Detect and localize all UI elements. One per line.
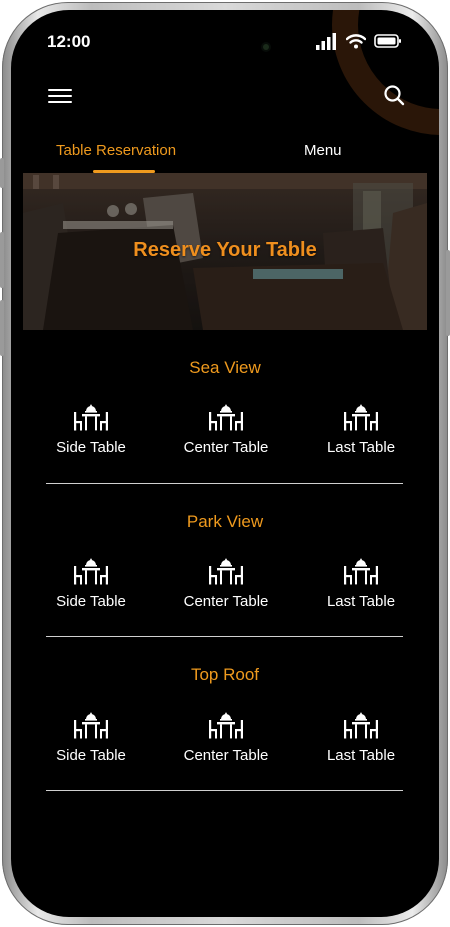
table-option-center[interactable]: Center Table — [156, 402, 296, 456]
section-title-sea-view: Sea View — [189, 358, 261, 377]
section-title-top-roof: Top Roof — [190, 665, 260, 684]
search-icon[interactable] — [383, 84, 405, 106]
dining-table-icon — [74, 558, 108, 585]
dining-table-icon — [344, 558, 378, 585]
dining-table-icon — [344, 404, 378, 431]
dining-table-icon — [74, 404, 108, 431]
table-option-label: Side Table — [56, 747, 126, 764]
dining-table-icon — [209, 404, 243, 431]
mute-switch — [0, 158, 4, 188]
table-option-label: Last Table — [326, 439, 396, 456]
volume-up-button — [0, 232, 4, 288]
table-option-last[interactable]: Last Table — [291, 402, 431, 456]
table-option-label: Last Table — [326, 593, 396, 610]
power-button — [446, 250, 450, 336]
table-option-center[interactable]: Center Table — [156, 556, 296, 610]
table-option-label: Center Table — [183, 747, 269, 764]
section-divider — [46, 636, 403, 637]
section-title-park-view: Park View — [186, 512, 264, 531]
wifi-icon — [346, 34, 366, 49]
battery-icon — [374, 34, 401, 48]
table-option-last[interactable]: Last Table — [291, 556, 431, 610]
app-screen: 12:00 Table Reservation Menu Reserve You… — [11, 10, 439, 917]
tab-table-reservation[interactable]: Table Reservation — [56, 142, 176, 159]
hero-banner: Reserve Your Table — [23, 173, 427, 330]
table-option-side[interactable]: Side Table — [21, 556, 161, 610]
dining-table-icon — [209, 558, 243, 585]
dining-table-icon — [344, 712, 378, 739]
table-option-side[interactable]: Side Table — [21, 710, 161, 764]
hamburger-menu-icon[interactable] — [48, 85, 72, 105]
table-option-label: Center Table — [183, 593, 269, 610]
table-option-last[interactable]: Last Table — [291, 710, 431, 764]
table-option-label: Side Table — [56, 439, 126, 456]
section-divider — [46, 483, 403, 484]
dining-table-icon — [209, 712, 243, 739]
volume-down-button — [0, 300, 4, 356]
table-option-label: Last Table — [326, 747, 396, 764]
signal-icon — [316, 33, 336, 50]
decorative-arc — [332, 10, 439, 135]
dining-table-icon — [74, 712, 108, 739]
table-option-label: Center Table — [183, 439, 269, 456]
table-option-side[interactable]: Side Table — [21, 402, 161, 456]
hero-title: Reserve Your Table — [133, 239, 317, 261]
status-icons — [316, 32, 402, 50]
table-option-label: Side Table — [56, 593, 126, 610]
tab-menu[interactable]: Menu — [304, 142, 342, 159]
section-divider — [46, 790, 403, 791]
status-time: 12:00 — [47, 32, 91, 51]
front-camera — [263, 44, 269, 50]
table-option-center[interactable]: Center Table — [156, 710, 296, 764]
